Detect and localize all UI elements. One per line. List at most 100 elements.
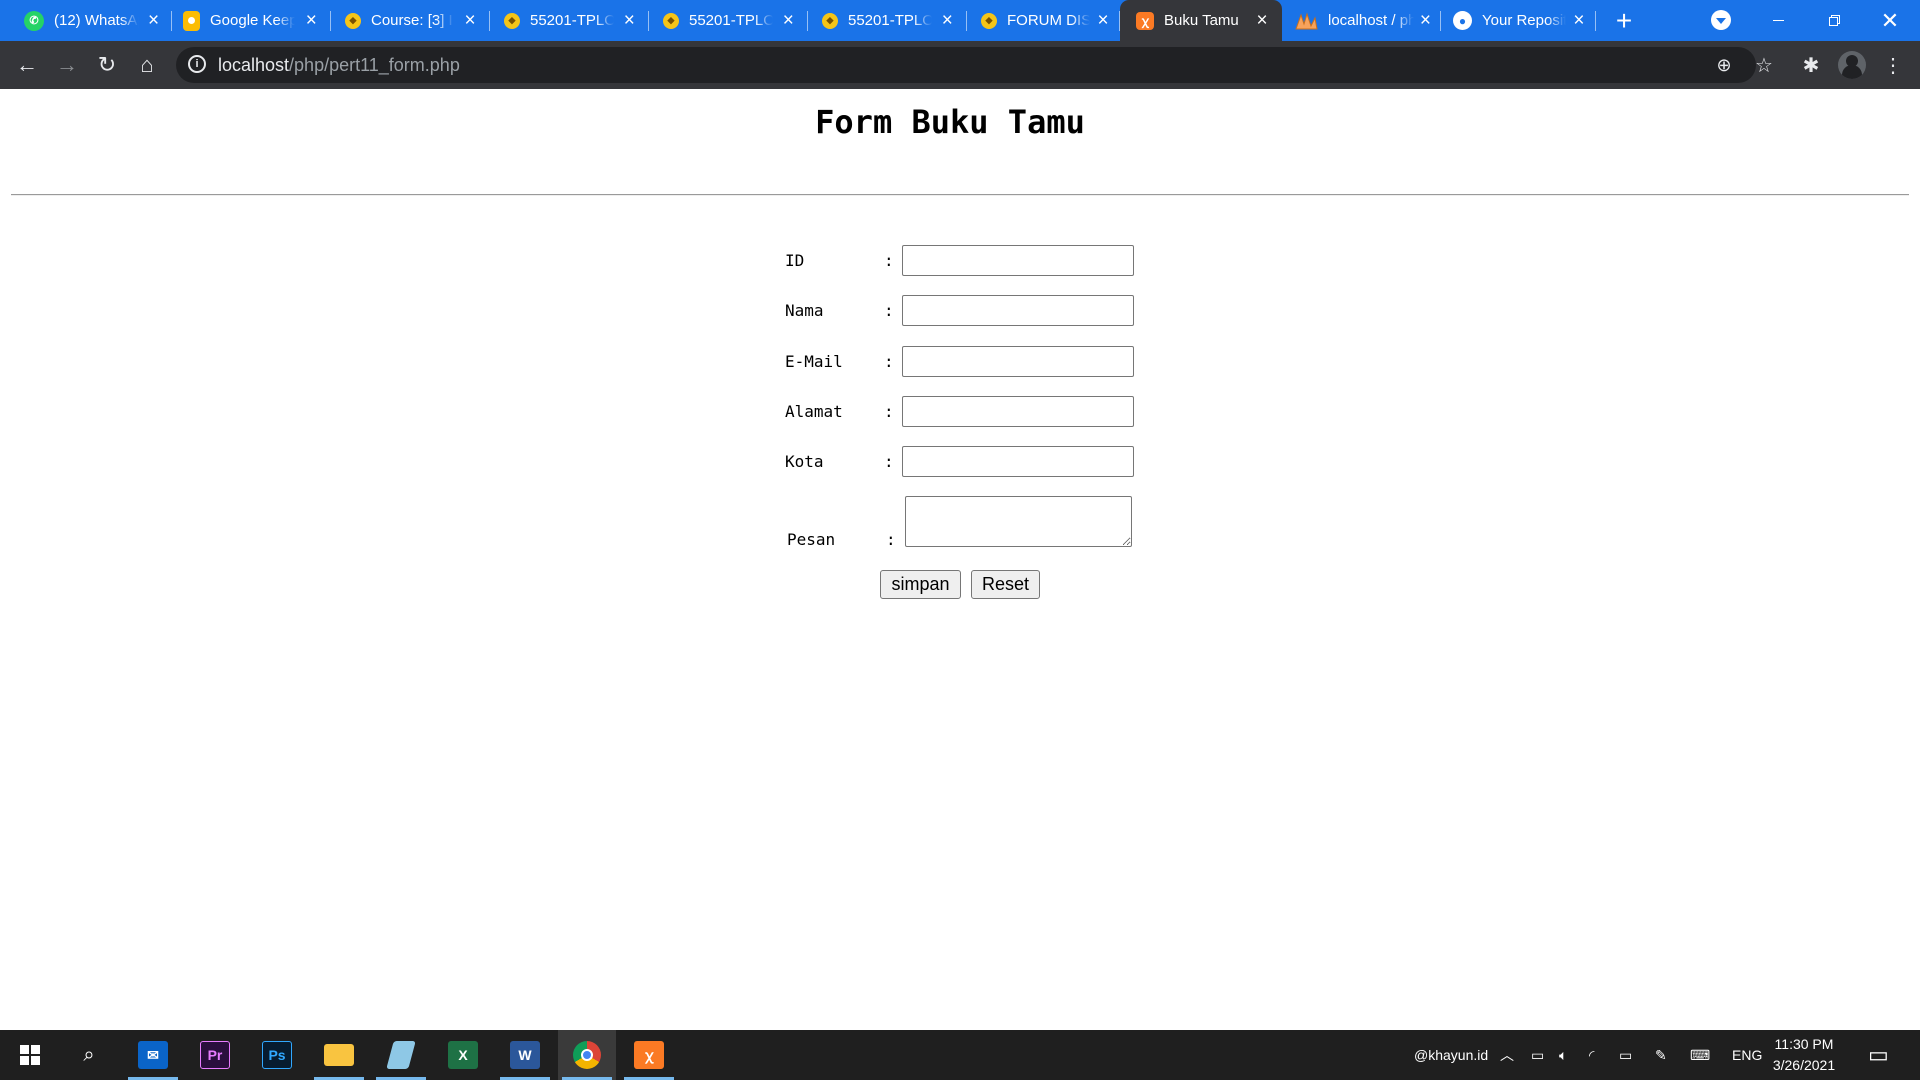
battery-icon[interactable]: ▭ <box>1619 1030 1632 1080</box>
tab-title: 55201-TPLO <box>530 12 614 29</box>
close-icon[interactable]: × <box>145 11 162 31</box>
minimize-icon[interactable] <box>1750 0 1806 41</box>
meet-now-icon[interactable]: ▭ <box>1531 1030 1544 1080</box>
github-icon: ● <box>1453 11 1472 30</box>
bookmark-star-icon[interactable]: ☆ <box>1748 49 1780 81</box>
keyboard-icon[interactable]: ⌨ <box>1690 1030 1710 1080</box>
kota-input[interactable] <box>902 446 1134 477</box>
close-icon[interactable]: × <box>301 11 321 31</box>
alamat-colon: : <box>884 402 894 421</box>
chevron-up-icon[interactable]: ︿ <box>1500 1030 1514 1080</box>
pesan-label: Pesan <box>787 530 836 549</box>
address-path: /php/pert11_form.php <box>289 55 460 75</box>
kota-colon: : <box>884 452 894 471</box>
tab-github[interactable]: ● Your Repositories × <box>1441 0 1596 41</box>
site-info-icon[interactable]: i <box>188 55 206 73</box>
menu-kebab-icon[interactable]: ⋮ <box>1877 49 1909 81</box>
profile-avatar[interactable] <box>1838 51 1866 79</box>
id-label: ID <box>785 251 805 270</box>
reload-icon[interactable]: ↻ <box>91 49 123 81</box>
close-icon[interactable]: × <box>460 11 480 31</box>
tab-title: Google Keep <box>210 12 296 29</box>
tab-course-55201-b[interactable]: ◆ 55201-TPLO × <box>649 0 808 41</box>
close-icon[interactable]: × <box>1096 11 1110 31</box>
windows-taskbar: ⌕ ✉ Pr Ps X W ꭓ @khayun.id ︿ ▭ 🔈︎ ◜ ▭ ✎ … <box>0 1030 1920 1080</box>
notifications-icon[interactable]: ▭ <box>1868 1030 1889 1080</box>
tab-title: localhost / phpMyAdmin <box>1328 12 1414 29</box>
tab-search-icon[interactable] <box>1711 10 1731 30</box>
tab-course-55201-c[interactable]: ◆ 55201-TPLO × <box>808 0 967 41</box>
email-colon: : <box>884 352 894 371</box>
language-indicator[interactable]: ENG <box>1732 1030 1762 1080</box>
tab-title: (12) WhatsApp <box>54 12 139 29</box>
google-keep-icon <box>183 10 200 31</box>
tab-title: Course: [3] I <box>371 12 453 29</box>
tab-title: FORUM DISKUSI <box>1007 12 1091 29</box>
address-url[interactable]: localhost/php/pert11_form.php <box>218 55 460 76</box>
tray-user-label: @khayun.id <box>1414 1047 1489 1063</box>
id-colon: : <box>884 251 894 270</box>
tab-forum-diskusi[interactable]: ◆ FORUM DISKUSI × <box>967 0 1120 41</box>
extensions-icon[interactable]: ✱ <box>1795 49 1827 81</box>
tab-phpmyadmin[interactable]: localhost / phpMyAdmin × <box>1282 0 1441 41</box>
notes-app-icon[interactable] <box>372 1030 430 1080</box>
new-tab-button[interactable]: + <box>1609 5 1639 36</box>
restore-icon[interactable] <box>1806 0 1862 41</box>
mail-icon[interactable]: ✉ <box>124 1030 182 1080</box>
chrome-icon[interactable] <box>558 1030 616 1080</box>
address-bar[interactable]: i localhost/php/pert11_form.php ⊕ <box>176 47 1756 83</box>
clock[interactable]: 11:30 PM 3/26/2021 <box>1765 1034 1843 1076</box>
xampp-icon[interactable]: ꭓ <box>620 1030 678 1080</box>
close-icon[interactable]: × <box>1420 11 1431 31</box>
tab-title: 55201-TPLO <box>689 12 773 29</box>
tab-course[interactable]: ◆ Course: [3] I × <box>331 0 490 41</box>
tab-google-keep[interactable]: Google Keep × <box>172 0 331 41</box>
photoshop-icon[interactable]: Ps <box>248 1030 306 1080</box>
close-icon[interactable]: × <box>1572 11 1586 31</box>
nama-colon: : <box>884 301 894 320</box>
windows-start-icon[interactable] <box>1 1030 59 1080</box>
page-viewport: Form Buku Tamu ID : Nama : E-Mail : Alam… <box>0 89 1920 1030</box>
horizontal-rule <box>11 194 1909 196</box>
xampp-icon: ꭓ <box>1136 11 1154 30</box>
close-icon[interactable]: × <box>779 11 798 31</box>
address-host: localhost <box>218 55 290 75</box>
window-close-icon[interactable]: ✕ <box>1862 0 1918 41</box>
id-input[interactable] <box>902 245 1134 276</box>
alamat-label: Alamat <box>785 402 843 421</box>
word-icon[interactable]: W <box>496 1030 554 1080</box>
excel-icon[interactable]: X <box>434 1030 492 1080</box>
volume-icon[interactable]: 🔈︎ <box>1559 1030 1567 1080</box>
browser-toolbar: ← → ↻ ⌂ i localhost/php/pert11_form.php … <box>0 41 1920 89</box>
pesan-textarea[interactable] <box>905 496 1132 547</box>
close-icon[interactable]: × <box>620 11 639 31</box>
moodle-course-icon: ◆ <box>663 12 679 29</box>
page-title: Form Buku Tamu <box>815 103 1085 141</box>
whatsapp-icon: ✆ <box>24 10 44 31</box>
tab-title: 55201-TPLO <box>848 12 932 29</box>
email-input[interactable] <box>902 346 1134 377</box>
wifi-icon[interactable]: ◜ <box>1589 1030 1594 1080</box>
tab-title: Buku Tamu <box>1164 12 1239 29</box>
reset-button[interactable]: Reset <box>971 570 1040 599</box>
forward-icon[interactable]: → <box>51 49 83 81</box>
back-icon[interactable]: ← <box>11 49 43 81</box>
email-label: E-Mail <box>785 352 843 371</box>
tab-whatsapp[interactable]: ✆ (12) WhatsApp × <box>0 0 172 41</box>
tab-buku-tamu[interactable]: ꭓ Buku Tamu × <box>1120 0 1282 41</box>
zoom-icon[interactable]: ⊕ <box>1712 53 1736 77</box>
pen-icon[interactable]: ✎ <box>1655 1030 1667 1080</box>
simpan-button[interactable]: simpan <box>880 570 961 599</box>
kota-label: Kota <box>785 452 824 471</box>
nama-input[interactable] <box>902 295 1134 326</box>
tab-course-55201-a[interactable]: ◆ 55201-TPLO × <box>490 0 649 41</box>
home-icon[interactable]: ⌂ <box>131 49 163 81</box>
tab-title: Your Repositories <box>1482 12 1566 29</box>
file-explorer-icon[interactable] <box>310 1030 368 1080</box>
alamat-input[interactable] <box>902 396 1134 427</box>
close-icon[interactable]: × <box>938 11 957 31</box>
premiere-pro-icon[interactable]: Pr <box>186 1030 244 1080</box>
search-icon[interactable]: ⌕ <box>60 1030 118 1080</box>
close-icon[interactable]: × <box>1252 11 1272 31</box>
pesan-colon: : <box>886 530 896 549</box>
